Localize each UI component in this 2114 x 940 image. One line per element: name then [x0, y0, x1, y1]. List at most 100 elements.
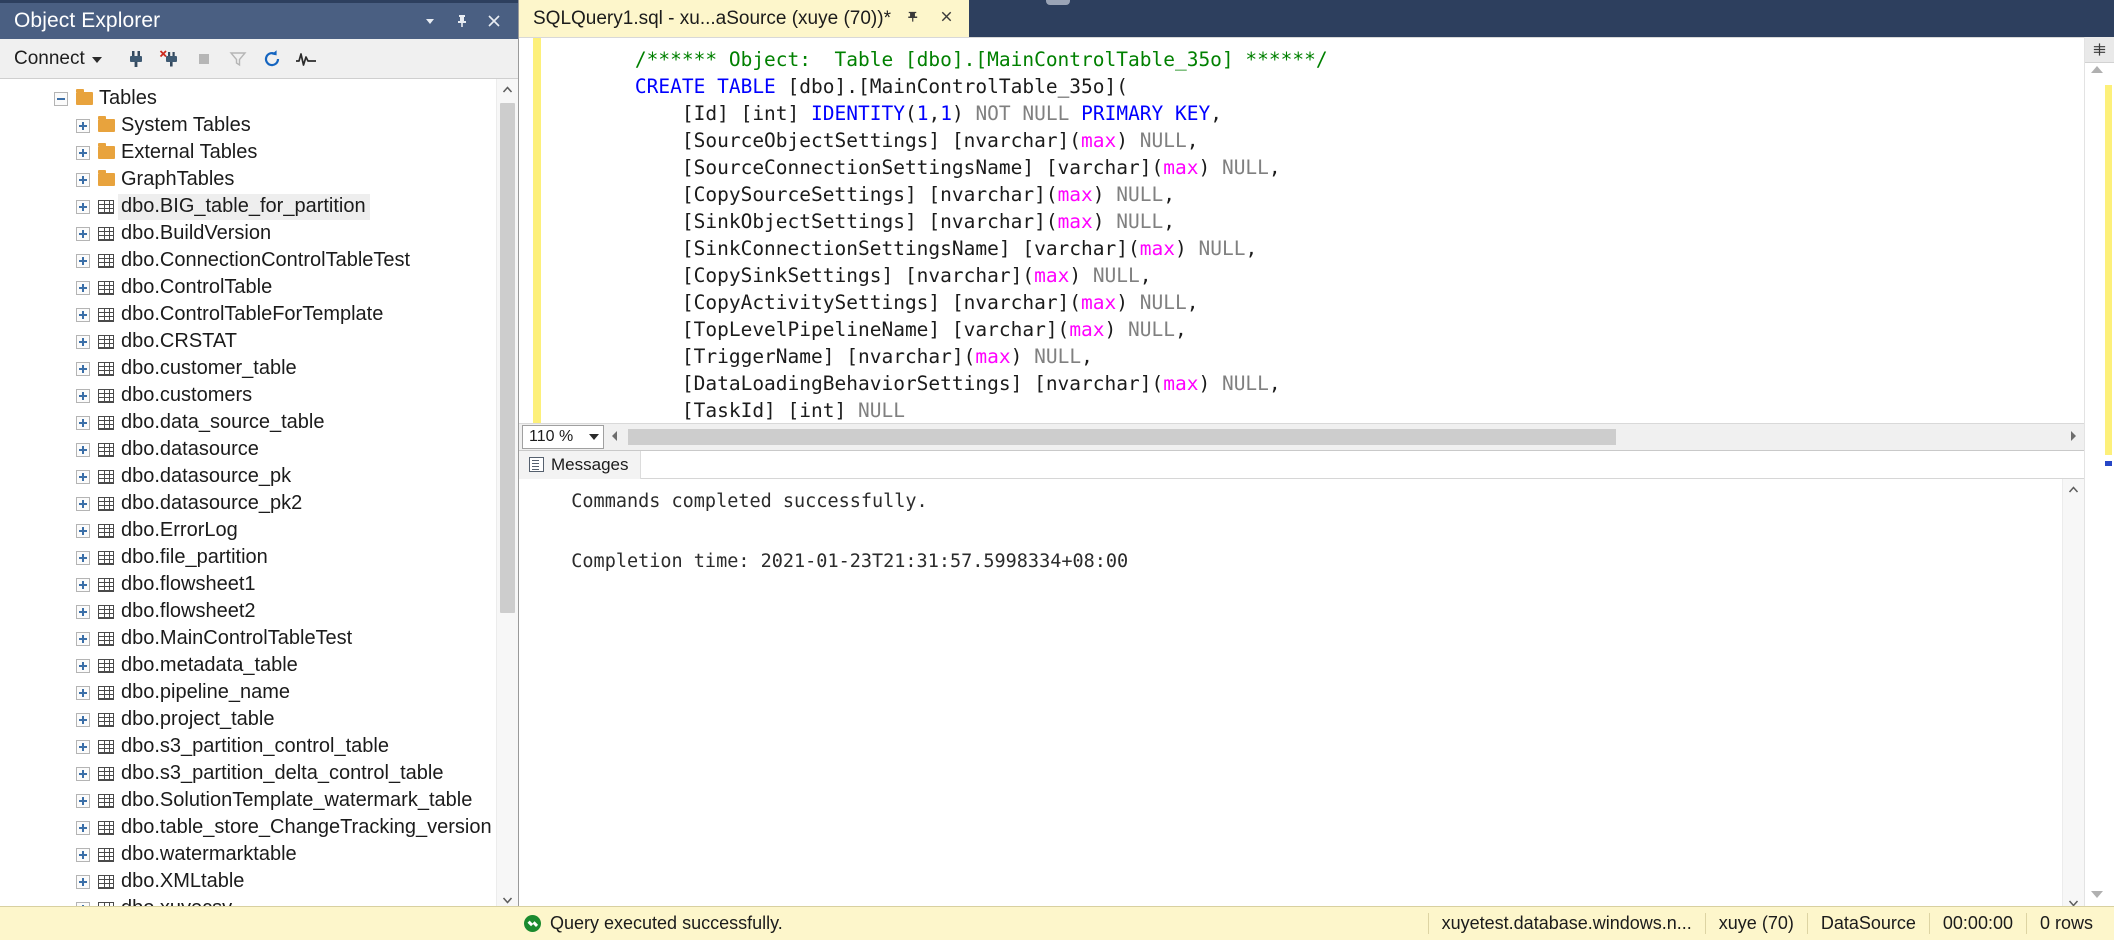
expand-plus-icon[interactable]	[72, 115, 94, 137]
tree-item-dbo-buildversion[interactable]: dbo.BuildVersion	[0, 220, 496, 247]
connect-plug-icon[interactable]	[119, 44, 153, 74]
expand-plus-icon[interactable]	[72, 331, 94, 353]
tree-scroll-thumb[interactable]	[500, 103, 515, 613]
tab-pin-icon[interactable]	[901, 9, 925, 29]
tree-item-dbo-datasource-pk2[interactable]: dbo.datasource_pk2	[0, 490, 496, 517]
expand-plus-icon[interactable]	[72, 493, 94, 515]
tree-item-external-tables[interactable]: External Tables	[0, 139, 496, 166]
expand-plus-icon[interactable]	[72, 790, 94, 812]
messages-text[interactable]: Commands completed successfully. Complet…	[519, 479, 2084, 913]
tree-item-dbo-datasource[interactable]: dbo.datasource	[0, 436, 496, 463]
editor-hscroll-left-arrow-icon[interactable]	[604, 430, 626, 445]
expand-plus-icon[interactable]	[72, 439, 94, 461]
sql-editor[interactable]: /****** Object: Table [dbo].[MainControl…	[519, 37, 2084, 423]
expand-plus-icon[interactable]	[72, 169, 94, 191]
expand-plus-icon[interactable]	[72, 817, 94, 839]
expand-plus-icon[interactable]	[72, 142, 94, 164]
expand-plus-icon[interactable]	[72, 574, 94, 596]
tree-item-dbo-controltable[interactable]: dbo.ControlTable	[0, 274, 496, 301]
tree-item-dbo-solutiontemplate-watermark-table[interactable]: dbo.SolutionTemplate_watermark_table	[0, 787, 496, 814]
window-dropdown-icon[interactable]	[414, 7, 446, 35]
split-editor-icon[interactable]	[2085, 37, 2114, 63]
connect-button[interactable]: Connect	[8, 45, 110, 73]
tree-item-dbo-metadata-table[interactable]: dbo.metadata_table	[0, 652, 496, 679]
messages-vertical-scrollbar[interactable]	[2062, 479, 2084, 913]
tree-item-dbo-s3-partition-delta-control-table[interactable]: dbo.s3_partition_delta_control_table	[0, 760, 496, 787]
expand-plus-icon[interactable]	[72, 358, 94, 380]
expand-plus-icon[interactable]	[72, 304, 94, 326]
tree-item-graphtables[interactable]: GraphTables	[0, 166, 496, 193]
expand-plus-icon[interactable]	[72, 736, 94, 758]
expand-plus-icon[interactable]	[72, 547, 94, 569]
expand-plus-icon[interactable]	[72, 250, 94, 272]
collapse-minus-icon[interactable]	[50, 88, 72, 110]
pin-icon[interactable]	[446, 7, 478, 35]
tree-item-dbo-crstat[interactable]: dbo.CRSTAT	[0, 328, 496, 355]
expand-plus-icon[interactable]	[72, 682, 94, 704]
editor-hscroll-track[interactable]	[628, 427, 2060, 447]
editor-horizontal-scrollbar[interactable]: 110 %	[519, 423, 2084, 450]
tree-item-dbo-flowsheet1[interactable]: dbo.flowsheet1	[0, 571, 496, 598]
tree-item-dbo-big-table-for-partition[interactable]: dbo.BIG_table_for_partition	[0, 193, 496, 220]
tree-vertical-scrollbar[interactable]	[496, 79, 518, 910]
scroll-up-arrow-icon[interactable]	[497, 79, 518, 101]
expand-plus-icon[interactable]	[72, 628, 94, 650]
tree-item-label: GraphTables	[118, 167, 238, 193]
tree-item-system-tables[interactable]: System Tables	[0, 112, 496, 139]
expand-plus-icon[interactable]	[72, 655, 94, 677]
tab-close-icon[interactable]	[935, 9, 959, 29]
object-explorer-tree[interactable]: TablesSystem TablesExternal TablesGraphT…	[0, 79, 496, 910]
expand-plus-icon[interactable]	[72, 223, 94, 245]
editor-scroll-down-arrow-icon[interactable]	[2089, 887, 2105, 906]
tree-item-dbo-customers[interactable]: dbo.customers	[0, 382, 496, 409]
editor-zoom-combobox[interactable]: 110 %	[522, 425, 604, 449]
tree-item-dbo-data-source-table[interactable]: dbo.data_source_table	[0, 409, 496, 436]
expand-plus-icon[interactable]	[72, 601, 94, 623]
tree-item-dbo-customer-table[interactable]: dbo.customer_table	[0, 355, 496, 382]
expand-plus-icon[interactable]	[72, 709, 94, 731]
expand-plus-icon[interactable]	[72, 520, 94, 542]
expand-plus-icon[interactable]	[72, 871, 94, 893]
tree-item-dbo-pipeline-name[interactable]: dbo.pipeline_name	[0, 679, 496, 706]
messages-scroll-up-arrow-icon[interactable]	[2063, 479, 2084, 501]
tree-item-dbo-project-table[interactable]: dbo.project_table	[0, 706, 496, 733]
disconnect-plug-icon[interactable]	[153, 44, 187, 74]
editor-scroll-column[interactable]	[2084, 37, 2114, 940]
tree-item-tables[interactable]: Tables	[0, 85, 496, 112]
expand-plus-icon[interactable]	[72, 196, 94, 218]
tree-item-dbo-controltablefortemplate[interactable]: dbo.ControlTableForTemplate	[0, 301, 496, 328]
tab-messages[interactable]: Messages	[519, 451, 641, 479]
tree-item-dbo-datasource-pk[interactable]: dbo.datasource_pk	[0, 463, 496, 490]
editor-hscroll-right-arrow-icon[interactable]	[2062, 430, 2084, 445]
tree-item-dbo-connectioncontroltabletest[interactable]: dbo.ConnectionControlTableTest	[0, 247, 496, 274]
tree-item-label: dbo.datasource_pk2	[118, 491, 306, 517]
tree-item-dbo-s3-partition-control-table[interactable]: dbo.s3_partition_control_table	[0, 733, 496, 760]
editor-hscroll-thumb[interactable]	[628, 429, 1616, 445]
tree-item-dbo-maincontroltabletest[interactable]: dbo.MainControlTableTest	[0, 625, 496, 652]
tree-item-dbo-errorlog[interactable]: dbo.ErrorLog	[0, 517, 496, 544]
activity-monitor-icon[interactable]	[289, 44, 323, 74]
folder-icon	[72, 88, 96, 110]
expand-plus-icon[interactable]	[72, 277, 94, 299]
tree-item-label: dbo.customer_table	[118, 356, 301, 382]
refresh-icon[interactable]	[255, 44, 289, 74]
sql-code-text[interactable]: /****** Object: Table [dbo].[MainControl…	[541, 38, 2084, 423]
editor-scrollbar-track[interactable]	[2085, 63, 2114, 940]
folder-icon	[94, 142, 118, 164]
status-server: xuyetest.database.windows.n...	[1428, 913, 1705, 934]
expand-plus-icon[interactable]	[72, 466, 94, 488]
expand-plus-icon[interactable]	[72, 412, 94, 434]
tree-item-dbo-xmltable[interactable]: dbo.XMLtable	[0, 868, 496, 895]
tree-item-dbo-flowsheet2[interactable]: dbo.flowsheet2	[0, 598, 496, 625]
tree-item-dbo-file-partition[interactable]: dbo.file_partition	[0, 544, 496, 571]
editor-scroll-up-arrow-icon[interactable]	[2089, 63, 2105, 82]
document-area: SQLQuery1.sql - xu...aSource (xuye (70))…	[519, 0, 2114, 940]
expand-plus-icon[interactable]	[72, 385, 94, 407]
tab-sqlquery1[interactable]: SQLQuery1.sql - xu...aSource (xuye (70))…	[519, 0, 969, 37]
expand-plus-icon[interactable]	[72, 844, 94, 866]
editor-caret-marker	[2105, 461, 2112, 466]
expand-plus-icon[interactable]	[72, 763, 94, 785]
close-icon[interactable]	[478, 7, 510, 35]
tree-item-dbo-table-store-changetracking-version[interactable]: dbo.table_store_ChangeTracking_version	[0, 814, 496, 841]
tree-item-dbo-watermarktable[interactable]: dbo.watermarktable	[0, 841, 496, 868]
